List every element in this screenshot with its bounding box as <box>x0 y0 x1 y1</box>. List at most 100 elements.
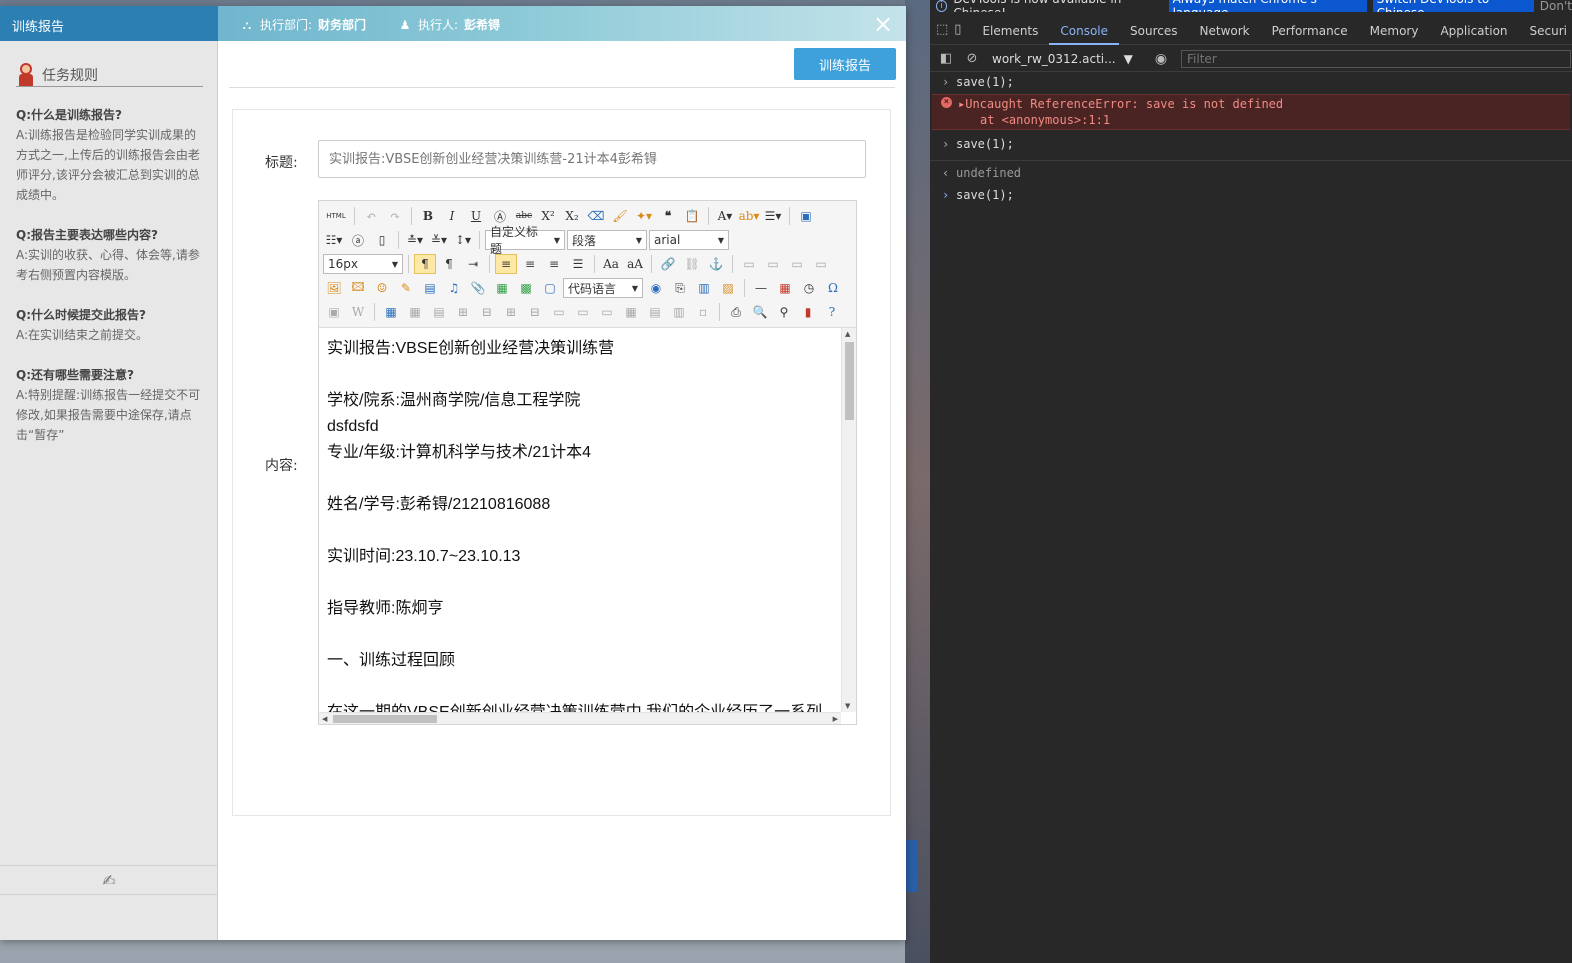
underline-icon[interactable]: U <box>465 206 487 226</box>
tab-sources[interactable]: Sources <box>1119 18 1188 45</box>
tab-network[interactable]: Network <box>1189 18 1261 45</box>
paste-plain-icon[interactable]: 📋 <box>681 206 703 226</box>
close-icon[interactable]: × <box>872 12 894 36</box>
music-icon[interactable]: ♫ <box>443 278 465 298</box>
page-break-icon[interactable]: ⎘ <box>669 278 691 298</box>
tab-training-report[interactable]: 训练报告 <box>0 6 218 48</box>
image-right-icon[interactable]: ▭ <box>786 254 808 274</box>
device-toolbar-icon[interactable]: ▯ <box>954 22 961 40</box>
simple-upload-icon[interactable]: 🖼 <box>323 278 345 298</box>
chart-icon[interactable]: ▫ <box>692 302 714 322</box>
image-none-icon[interactable]: ▭ <box>738 254 760 274</box>
time-icon[interactable]: ◷ <box>798 278 820 298</box>
emotion-icon[interactable]: ☺ <box>371 278 393 298</box>
line-height-icon[interactable]: ↕▾ <box>452 230 474 250</box>
tab-console[interactable]: Console <box>1049 18 1120 45</box>
console-error[interactable]: × ▸Uncaught ReferenceError: save is not … <box>932 94 1570 130</box>
eraser-icon[interactable]: ⌫ <box>585 206 607 226</box>
undo-icon[interactable]: ↶ <box>360 206 382 226</box>
insert-video-icon[interactable]: ▤ <box>419 278 441 298</box>
preview-icon[interactable]: 🔍 <box>749 302 771 322</box>
font-size-select[interactable]: 16px ▼ <box>323 254 403 274</box>
insert-col-icon[interactable]: ⊞ <box>500 302 522 322</box>
indent-icon[interactable]: ⇥ <box>462 254 484 274</box>
ordered-list-icon[interactable]: ☰▾ <box>762 206 784 226</box>
highlight-color-icon[interactable]: ab▾ <box>738 206 760 226</box>
html-source-button[interactable]: HTML <box>323 206 349 226</box>
font-color-icon[interactable]: A▾ <box>714 206 736 226</box>
link-icon[interactable]: 🔗 <box>657 254 679 274</box>
fullscreen-icon[interactable]: ▣ <box>795 206 817 226</box>
align-right-icon[interactable]: ≡ <box>543 254 565 274</box>
web-app-icon[interactable]: ◉ <box>645 278 667 298</box>
gmap-icon[interactable]: ▩ <box>515 278 537 298</box>
insert-image-icon[interactable]: 🖾 <box>347 278 369 298</box>
row-spacing-top-icon[interactable]: ≛▾ <box>404 230 426 250</box>
auto-format-icon[interactable]: ✦▾ <box>633 206 655 226</box>
background-icon[interactable]: ▨ <box>717 278 739 298</box>
align-left-icon[interactable]: ≡ <box>495 254 517 274</box>
tab-memory[interactable]: Memory <box>1359 18 1430 45</box>
clear-doc-icon[interactable]: ▯ <box>371 230 393 250</box>
map-icon[interactable]: ▦ <box>491 278 513 298</box>
font-family-select[interactable]: arial ▼ <box>649 230 729 250</box>
delete-table-icon[interactable]: ▦ <box>404 302 426 322</box>
blockquote-icon[interactable]: ❝ <box>657 206 679 226</box>
scroll-up-icon[interactable]: ▲ <box>845 330 850 338</box>
row-spacing-bottom-icon[interactable]: ≚▾ <box>428 230 450 250</box>
insert-table-icon[interactable]: ▦ <box>380 302 402 322</box>
italic-icon[interactable]: I <box>441 206 463 226</box>
switch-chinese-button[interactable]: Switch DevTools to Chinese <box>1372 0 1534 12</box>
tab-elements[interactable]: Elements <box>971 18 1049 45</box>
insert-frame-icon[interactable]: ▢ <box>539 278 561 298</box>
lowercase-icon[interactable]: aA <box>624 254 646 274</box>
delete-col-icon[interactable]: ⊟ <box>524 302 546 322</box>
help-icon[interactable]: ? <box>821 302 843 322</box>
title-input[interactable] <box>318 140 866 178</box>
training-report-button[interactable]: 训练报告 <box>794 48 896 80</box>
console-prompt[interactable]: › save(1); <box>930 187 1572 203</box>
split-cols-icon[interactable]: ▥ <box>668 302 690 322</box>
ltr-icon[interactable]: ¶ <box>414 254 436 274</box>
tab-security[interactable]: Securi <box>1519 18 1572 45</box>
clear-console-icon[interactable]: ⊘ <box>962 51 982 66</box>
horizontal-rule-icon[interactable]: — <box>750 278 772 298</box>
merge-cells-icon[interactable]: ▭ <box>548 302 570 322</box>
console-filter-input[interactable] <box>1181 49 1572 68</box>
sidebar-collapse[interactable]: ✍ <box>0 865 218 895</box>
insert-paragraph-before-table-icon[interactable]: ▤ <box>428 302 450 322</box>
delete-row-icon[interactable]: ⊟ <box>476 302 498 322</box>
context-selector[interactable]: work_rw_0312.acti... ▼ <box>992 52 1133 66</box>
tab-application[interactable]: Application <box>1429 18 1518 45</box>
wordimage-icon[interactable]: ▣ <box>323 302 345 322</box>
code-language-select[interactable]: 代码语言 ▼ <box>563 278 643 298</box>
tab-performance[interactable]: Performance <box>1261 18 1359 45</box>
subscript-icon[interactable]: X₂ <box>561 206 583 226</box>
scroll-right-icon[interactable]: ▶ <box>833 713 838 725</box>
select-all-icon[interactable]: ⓐ <box>347 230 369 250</box>
editor-content[interactable]: 实训报告:VBSE创新创业经营决策训练营 学校/院系:温州商学院/信息工程学院 … <box>319 328 841 712</box>
redo-icon[interactable]: ↷ <box>384 206 406 226</box>
scroll-thumb[interactable] <box>845 342 854 420</box>
insert-row-icon[interactable]: ⊞ <box>452 302 474 322</box>
sidebar-toggle-icon[interactable]: ◧ <box>936 51 956 66</box>
format-brush-icon[interactable]: 🖌 <box>609 206 631 226</box>
dont-show-button[interactable]: Don't <box>1540 0 1572 12</box>
word-icon[interactable]: W <box>347 302 369 322</box>
unlink-icon[interactable]: ⛓ <box>681 254 703 274</box>
image-center-icon[interactable]: ▭ <box>810 254 832 274</box>
scroll-left-icon[interactable]: ◀ <box>322 713 327 725</box>
scroll-thumb[interactable] <box>333 715 437 723</box>
merge-right-icon[interactable]: ▭ <box>572 302 594 322</box>
image-left-icon[interactable]: ▭ <box>762 254 784 274</box>
search-replace-icon[interactable]: ⚲ <box>773 302 795 322</box>
scrawl-icon[interactable]: ✎ <box>395 278 417 298</box>
paragraph-select[interactable]: 段落 ▼ <box>567 230 647 250</box>
inspect-element-icon[interactable]: ⬚ <box>936 22 948 40</box>
editor-vertical-scrollbar[interactable]: ▲ ▼ <box>841 328 856 712</box>
date-icon[interactable]: ▦ <box>774 278 796 298</box>
editor-horizontal-scrollbar[interactable]: ◀ ▶ <box>319 712 841 724</box>
special-chars-icon[interactable]: Ω <box>822 278 844 298</box>
align-center-icon[interactable]: ≡ <box>519 254 541 274</box>
drafts-icon[interactable]: ▮ <box>797 302 819 322</box>
